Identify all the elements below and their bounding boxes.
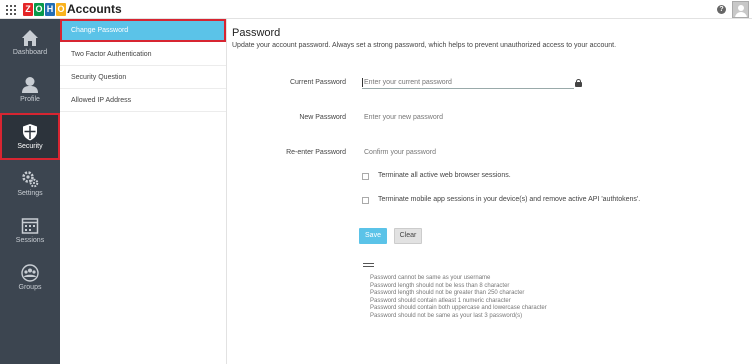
sidebar-item-sessions[interactable]: Sessions bbox=[0, 207, 60, 254]
user-avatar-icon[interactable] bbox=[732, 1, 749, 18]
sidebar-item-dashboard[interactable]: Dashboard bbox=[0, 19, 60, 66]
checkbox-label: Terminate all active web browser session… bbox=[378, 172, 511, 179]
main-sidebar: Dashboard Profile Security Settings Sess… bbox=[0, 19, 60, 364]
password-rules: Password cannot be same as your username… bbox=[370, 275, 547, 321]
checkbox[interactable] bbox=[362, 173, 369, 180]
current-password-label: Current Password bbox=[289, 79, 346, 86]
top-bar: Z O H O Accounts ? bbox=[0, 0, 752, 19]
sidebar-item-profile[interactable]: Profile bbox=[0, 66, 60, 113]
app-grid-icon[interactable] bbox=[6, 5, 16, 15]
password-rule: Password length should not be less than … bbox=[370, 282, 510, 289]
password-rule: Password cannot be same as your username bbox=[370, 275, 491, 281]
shield-icon bbox=[23, 124, 37, 141]
subnav-item-change-password[interactable]: Change Password bbox=[60, 19, 226, 42]
sidebar-item-label: Dashboard bbox=[12, 49, 48, 56]
current-password-input[interactable]: Enter your current password bbox=[362, 76, 574, 89]
logo-letter: H bbox=[45, 3, 55, 16]
sidebar-item-label: Profile bbox=[20, 96, 40, 103]
groups-icon bbox=[21, 264, 39, 282]
password-rule: Password should contain both uppercase a… bbox=[370, 305, 547, 312]
new-password-label: New Password bbox=[299, 114, 346, 121]
sidebar-item-label: Sessions bbox=[15, 237, 45, 244]
gears-icon bbox=[22, 171, 39, 188]
subnav-item-two-factor-authentication[interactable]: Two Factor Authentication bbox=[60, 43, 226, 66]
clear-button[interactable]: Clear bbox=[394, 228, 422, 244]
security-subnav: Change Password Two Factor Authenticatio… bbox=[60, 19, 227, 364]
checkbox[interactable] bbox=[362, 197, 369, 204]
sidebar-item-groups[interactable]: Groups bbox=[0, 254, 60, 301]
zoho-logo[interactable]: Z O H O bbox=[23, 3, 66, 16]
logo-letter: O bbox=[56, 3, 66, 16]
sidebar-item-settings[interactable]: Settings bbox=[0, 160, 60, 207]
password-panel: Password Update your account password. A… bbox=[228, 19, 752, 364]
help-icon[interactable]: ? bbox=[717, 5, 726, 14]
password-rule: Password length should not be greater th… bbox=[370, 290, 525, 297]
home-icon bbox=[22, 30, 38, 46]
sidebar-item-label: Groups bbox=[18, 284, 42, 291]
sessions-icon bbox=[21, 218, 39, 234]
checkbox-label: Terminate mobile app sessions in your de… bbox=[378, 196, 641, 203]
subnav-item-allowed-ip-address[interactable]: Allowed IP Address bbox=[60, 89, 226, 112]
password-rule: Password should contain atleast 1 numeri… bbox=[370, 297, 511, 304]
sidebar-item-label: Settings bbox=[17, 190, 43, 197]
new-password-input[interactable]: Enter your new password bbox=[362, 111, 574, 124]
logo-letter: O bbox=[34, 3, 44, 16]
sidebar-item-label: Security bbox=[17, 143, 43, 150]
logo-letter: Z bbox=[23, 3, 33, 16]
subnav-item-security-question[interactable]: Security Question bbox=[60, 66, 226, 89]
password-rule: Password should not be same as your last… bbox=[370, 312, 523, 319]
lock-icon bbox=[575, 79, 582, 87]
password-rules-icon bbox=[363, 263, 374, 270]
page-title: Password bbox=[232, 27, 281, 39]
reenter-password-label: Re-enter Password bbox=[286, 149, 346, 156]
app-title: Accounts bbox=[67, 2, 122, 16]
save-button[interactable]: Save bbox=[359, 228, 387, 244]
confirm-password-input[interactable]: Confirm your password bbox=[362, 146, 574, 159]
user-icon bbox=[22, 77, 38, 93]
sidebar-item-security[interactable]: Security bbox=[0, 113, 60, 160]
page-subtitle: Update your account password. Always set… bbox=[232, 42, 617, 49]
